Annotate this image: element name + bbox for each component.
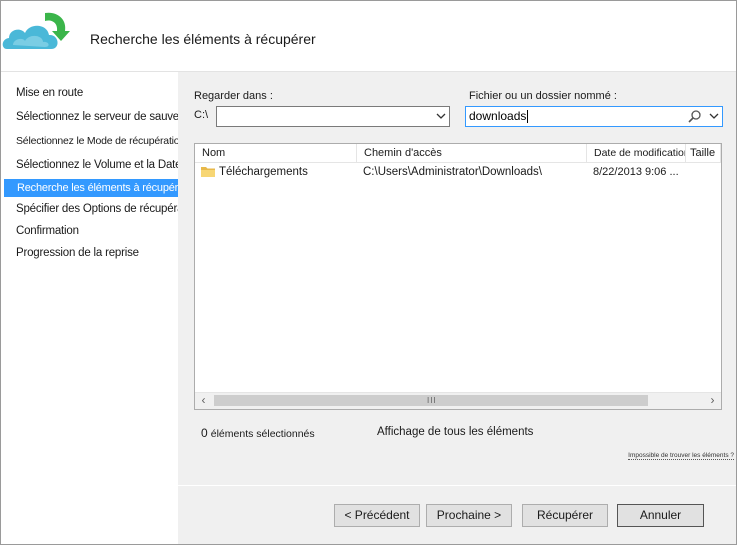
- cloud-recovery-logo-icon: [2, 12, 70, 49]
- wizard-header: Recherche les éléments à récupérer: [1, 1, 736, 72]
- step-select-volume-date[interactable]: Sélectionnez le Volume et la Date: [16, 159, 182, 171]
- look-in-dropdown[interactable]: [216, 106, 450, 127]
- step-getting-started[interactable]: Mise en route: [16, 87, 83, 99]
- results-header-row: Nom Chemin d'accès Date de modification …: [195, 144, 721, 163]
- look-in-drive-prefix: C:\: [194, 109, 209, 121]
- page-title: Recherche les éléments à récupérer: [90, 31, 316, 47]
- wizard-steps-sidebar: Mise en route Sélectionnez le serveur de…: [1, 72, 208, 544]
- cancel-button[interactable]: Annuler: [617, 504, 704, 527]
- scroll-left-icon[interactable]: ‹: [195, 393, 212, 409]
- look-in-label: Regarder dans :: [194, 90, 273, 102]
- step-recovery-options[interactable]: Spécifier des Options de récupération: [16, 203, 201, 215]
- name-search-label: Fichier ou un dossier nommé :: [469, 90, 617, 102]
- search-icon[interactable]: [687, 109, 702, 124]
- selected-count-label: éléments sélectionnés: [210, 428, 315, 440]
- column-size[interactable]: Taille: [686, 144, 721, 162]
- name-search-value-wrap: downloads: [469, 109, 529, 124]
- text-caret: [527, 110, 529, 124]
- scroll-right-icon[interactable]: ›: [704, 393, 721, 409]
- name-search-input[interactable]: downloads: [465, 106, 723, 127]
- step-confirmation[interactable]: Confirmation: [16, 225, 79, 237]
- row-modified: 8/22/2013 9:06 ...: [593, 166, 679, 178]
- selected-count: 0: [201, 426, 208, 440]
- selected-count-wrap: 0 éléments sélectionnés: [201, 426, 315, 440]
- horizontal-scrollbar[interactable]: ‹ III ›: [195, 392, 721, 409]
- table-row[interactable]: Téléchargements C:\Users\Administrator\D…: [195, 163, 721, 181]
- folder-icon: [201, 167, 215, 177]
- items-not-found-link[interactable]: Impossible de trouver les éléments ?: [628, 452, 734, 460]
- wizard-window: Recherche les éléments à récupérer Mise …: [0, 0, 737, 545]
- results-list[interactable]: Nom Chemin d'accès Date de modification …: [194, 143, 722, 410]
- row-name: Téléchargements: [219, 166, 308, 178]
- content-panel: Regarder dans : C:\ Fichier ou un dossie…: [178, 72, 736, 544]
- step-recovery-progress[interactable]: Progression de la reprise: [16, 247, 139, 259]
- scroll-grip: III: [427, 396, 437, 405]
- chevron-down-icon[interactable]: [436, 111, 446, 121]
- recover-button[interactable]: Récupérer: [522, 504, 608, 527]
- column-path[interactable]: Chemin d'accès: [357, 144, 587, 162]
- step-select-recovery-mode[interactable]: Sélectionnez le Mode de récupération: [16, 135, 185, 147]
- next-button[interactable]: Prochaine >: [426, 504, 512, 527]
- step-search-items[interactable]: Recherche les éléments à récupérer: [4, 179, 188, 197]
- scroll-thumb[interactable]: III: [214, 395, 648, 406]
- name-search-value: downloads: [469, 109, 527, 123]
- chevron-down-icon[interactable]: [709, 111, 719, 121]
- column-modified[interactable]: Date de modification: [587, 144, 686, 162]
- previous-button[interactable]: < Précédent: [334, 504, 420, 527]
- display-mode-text: Affichage de tous les éléments: [377, 426, 534, 438]
- column-name[interactable]: Nom: [195, 144, 357, 162]
- footer-divider: [178, 485, 736, 486]
- row-path: C:\Users\Administrator\Downloads\: [363, 166, 542, 178]
